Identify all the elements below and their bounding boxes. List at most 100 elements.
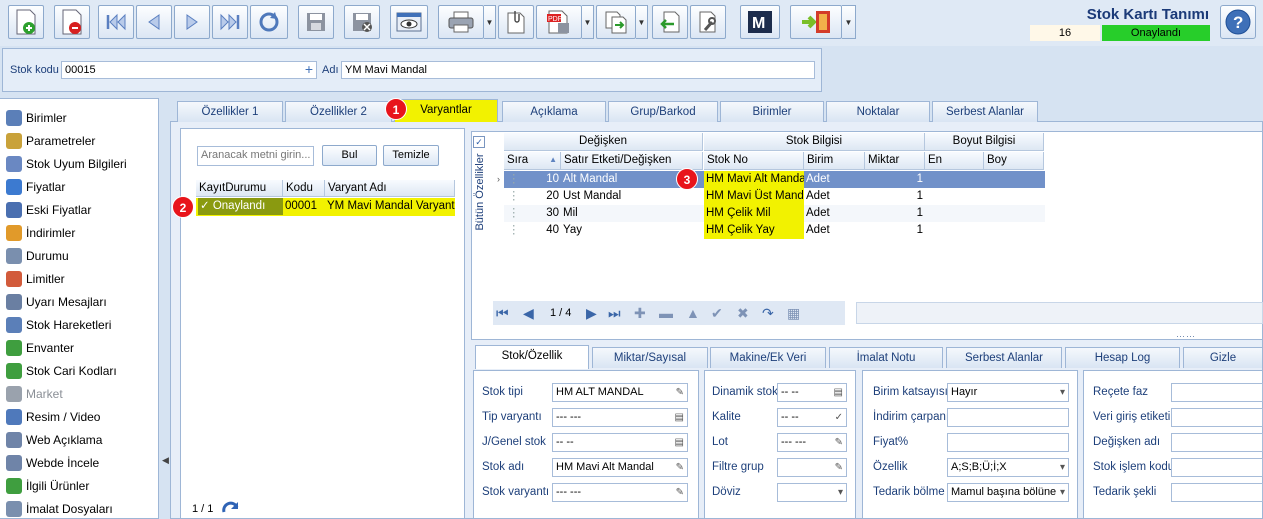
menu-item[interactable]: Resim / Video	[6, 407, 100, 427]
dropdown-arrow-icon[interactable]: ▾	[1060, 384, 1065, 401]
export-pdf-button[interactable]: PDF	[536, 5, 582, 39]
horizontal-scrollbar[interactable]	[856, 302, 1263, 324]
menu-item[interactable]: Limitler	[6, 269, 65, 289]
field-input[interactable]	[1171, 383, 1263, 402]
table-row[interactable]: 30 Mil HM Çelik Mil Adet 1 ⋮	[504, 205, 1045, 222]
help-button[interactable]: ?	[1220, 5, 1256, 39]
collapse-arrow-icon[interactable]: ◀	[162, 455, 169, 466]
lookup-icon[interactable]: ▤	[675, 409, 684, 426]
lookup-icon[interactable]: ✎	[835, 434, 843, 451]
nav-filter-icon[interactable]: ▦	[787, 305, 800, 322]
column-header-quantity[interactable]: Miktar	[865, 152, 925, 170]
menu-item[interactable]: Parametreler	[6, 131, 95, 151]
lookup-icon[interactable]: ▤	[834, 384, 843, 401]
previous-record-button[interactable]	[136, 5, 172, 39]
delete-button[interactable]	[54, 5, 90, 39]
lookup-icon[interactable]: ✎	[676, 484, 684, 501]
exit-button[interactable]	[790, 5, 842, 39]
last-record-button[interactable]	[212, 5, 248, 39]
tab-birimler[interactable]: Birimler	[720, 101, 824, 122]
menu-item[interactable]: Eski Fiyatlar	[6, 200, 91, 220]
lookup-icon[interactable]: ✎	[676, 459, 684, 476]
menu-item[interactable]: Web Açıklama	[6, 430, 102, 450]
tab-imalat-notu[interactable]: İmalat Notu	[829, 347, 943, 368]
dropdown-arrow-icon[interactable]: ▾	[838, 484, 843, 501]
module-button[interactable]: M	[740, 5, 780, 39]
field-input[interactable]: -- -- ✓	[777, 408, 847, 427]
nav-cancel-icon[interactable]: ✖	[737, 305, 749, 322]
tab-varyantlar[interactable]: Varyantlar	[394, 99, 498, 122]
tab-ozellikler-2[interactable]: Özellikler 2	[285, 101, 392, 122]
lookup-icon[interactable]: ✎	[835, 459, 843, 476]
nav-next-icon[interactable]: ▶	[586, 305, 597, 322]
next-record-button[interactable]	[174, 5, 210, 39]
grip-handle-icon[interactable]: ⋯⋯	[1176, 331, 1196, 342]
field-input[interactable]: Mamul başına bölüne ▾	[947, 483, 1069, 502]
copy-button[interactable]	[596, 5, 636, 39]
field-input[interactable]: Hayır ▾	[947, 383, 1069, 402]
first-record-button[interactable]	[98, 5, 134, 39]
refresh-button[interactable]	[250, 5, 288, 39]
lookup-icon[interactable]: ✓	[835, 409, 843, 426]
column-header-length[interactable]: Boy	[984, 152, 1044, 170]
tab-serbest-alanlar[interactable]: Serbest Alanlar	[932, 101, 1038, 122]
table-row[interactable]: ✓ Onaylandı 00001 YM Mavi Mandal Varyant…	[196, 198, 455, 216]
field-input[interactable]	[947, 433, 1069, 452]
save-button[interactable]	[298, 5, 334, 39]
column-header-code[interactable]: Kodu	[283, 180, 325, 197]
tab-hesap-log[interactable]: Hesap Log	[1065, 347, 1180, 368]
tab-serbest-alanlar-bottom[interactable]: Serbest Alanlar	[946, 347, 1062, 368]
lookup-icon[interactable]: ▤	[675, 434, 684, 451]
select-all-checkbox[interactable]: ✓	[473, 136, 485, 148]
field-input[interactable]	[947, 408, 1069, 427]
tab-noktalar[interactable]: Noktalar	[826, 101, 930, 122]
clear-button[interactable]: Temizle	[383, 145, 439, 166]
table-row[interactable]: 40 Yay HM Çelik Yay Adet 1 ⋮	[504, 222, 1045, 239]
pdf-dropdown-arrow-icon[interactable]: ▼	[582, 5, 594, 39]
field-input[interactable]: ✎	[777, 458, 847, 477]
menu-item[interactable]: Webde İncele	[6, 453, 99, 473]
nav-refresh-icon[interactable]: ↷	[762, 305, 774, 322]
import-button[interactable]	[652, 5, 688, 39]
field-input[interactable]: --- --- ✎	[552, 483, 688, 502]
field-input[interactable]: HM ALT MANDAL ✎	[552, 383, 688, 402]
nav-add-icon[interactable]: ✚	[634, 305, 646, 322]
save-close-button[interactable]	[344, 5, 380, 39]
column-header-row-label[interactable]: Satır Etketi/Değişken	[561, 152, 703, 170]
new-button[interactable]	[8, 5, 44, 39]
column-header-order[interactable]: Sıra ▲	[504, 152, 561, 170]
field-input[interactable]: --- --- ▤	[552, 408, 688, 427]
tab-ozellikler-1[interactable]: Özellikler 1	[177, 101, 283, 122]
exit-dropdown-arrow-icon[interactable]: ▼	[842, 5, 856, 39]
field-input[interactable]	[1171, 408, 1263, 427]
menu-item[interactable]: İmalat Dosyaları	[6, 499, 113, 519]
field-input[interactable]: HM Mavi Alt Mandal ✎	[552, 458, 688, 477]
dropdown-arrow-icon[interactable]: ▾	[1060, 459, 1065, 476]
menu-item[interactable]: Fiyatlar	[6, 177, 65, 197]
nav-first-icon[interactable]: ⏮	[496, 305, 509, 322]
field-input[interactable]	[1171, 483, 1263, 502]
copy-dropdown-arrow-icon[interactable]: ▼	[636, 5, 648, 39]
preview-button[interactable]	[390, 5, 428, 39]
name-input[interactable]: YM Mavi Mandal	[341, 61, 815, 79]
tab-gizle[interactable]: Gizle	[1183, 347, 1263, 368]
field-input[interactable]: --- --- ✎	[777, 433, 847, 452]
nav-remove-icon[interactable]: ▬	[659, 305, 673, 321]
menu-item[interactable]: İlgili Ürünler	[6, 476, 89, 496]
column-header-variant-name[interactable]: Varyant Adı	[325, 180, 455, 197]
table-row[interactable]: 20 Ust Mandal HM Mavi Üst Mandal Adet 1 ⋮	[504, 188, 1045, 205]
refresh-list-icon[interactable]	[222, 500, 240, 516]
nav-up-icon[interactable]: ▲	[686, 305, 700, 321]
column-header-stock-no[interactable]: Stok No	[704, 152, 804, 170]
dropdown-arrow-icon[interactable]: ▾	[1060, 484, 1065, 501]
menu-item[interactable]: Stok Hareketleri	[6, 315, 111, 335]
find-button[interactable]: Bul	[322, 145, 377, 166]
menu-item[interactable]: Stok Cari Kodları	[6, 361, 117, 381]
search-input[interactable]: Aranacak metni girin...	[197, 146, 314, 166]
tab-stok-ozellik[interactable]: Stok/Özellik	[475, 345, 589, 369]
stock-code-input[interactable]: 00015 +	[61, 61, 317, 79]
column-header-unit[interactable]: Birim	[804, 152, 865, 170]
menu-item[interactable]: Envanter	[6, 338, 74, 358]
menu-item[interactable]: Market	[6, 384, 63, 404]
print-button[interactable]	[438, 5, 484, 39]
